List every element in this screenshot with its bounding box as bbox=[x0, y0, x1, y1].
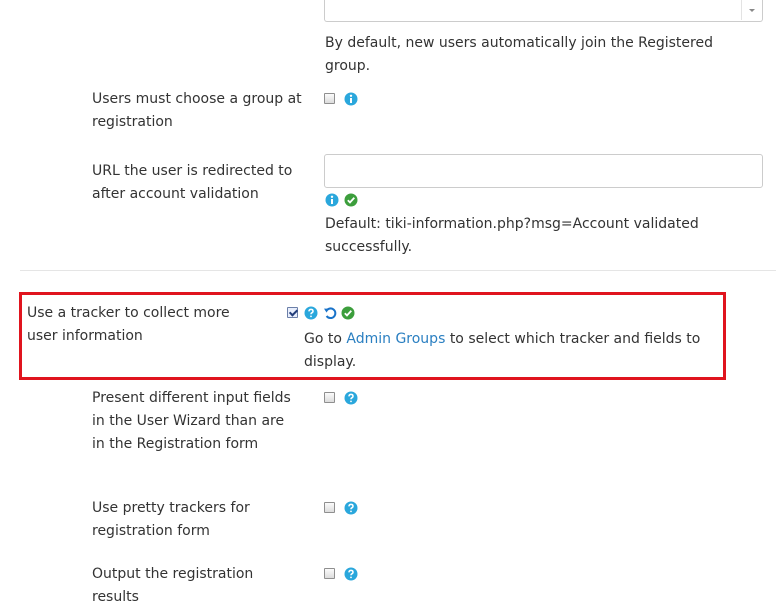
redirect-url-label: URL the user is redirected to after acco… bbox=[92, 163, 293, 202]
tracker-label: Use a tracker to collect more user infor… bbox=[27, 305, 230, 344]
redirect-url-default: Default: tiki-information.php?msg=Accoun… bbox=[325, 216, 699, 255]
info-icon[interactable] bbox=[325, 193, 339, 207]
pretty-trackers-label: Use pretty trackers for registration for… bbox=[92, 500, 250, 539]
section-divider bbox=[20, 270, 776, 271]
user-wizard-checkbox[interactable] bbox=[324, 392, 335, 403]
help-icon[interactable] bbox=[304, 306, 318, 320]
admin-groups-link[interactable]: Admin Groups bbox=[346, 331, 445, 347]
pretty-trackers-checkbox[interactable] bbox=[324, 502, 335, 513]
check-circle-icon bbox=[344, 193, 358, 207]
default-group-help: By default, new users automatically join… bbox=[325, 35, 713, 74]
tracker-note-prefix: Go to bbox=[304, 331, 342, 347]
output-results-label: Output the registration results bbox=[92, 566, 254, 605]
help-icon[interactable] bbox=[344, 501, 358, 515]
user-wizard-label: Present different input fields in the Us… bbox=[92, 390, 291, 452]
redirect-url-input[interactable] bbox=[324, 154, 763, 188]
tracker-checkbox[interactable] bbox=[287, 307, 298, 318]
output-results-checkbox[interactable] bbox=[324, 568, 335, 579]
help-icon[interactable] bbox=[344, 391, 358, 405]
reset-icon[interactable] bbox=[323, 306, 337, 320]
choose-group-label: Users must choose a group at registratio… bbox=[92, 91, 302, 130]
help-icon[interactable] bbox=[344, 567, 358, 581]
check-circle-icon bbox=[341, 306, 355, 320]
tracker-note: Go to Admin Groups to select which track… bbox=[304, 328, 719, 374]
select-arrow-box[interactable] bbox=[741, 0, 762, 20]
choose-group-checkbox[interactable] bbox=[324, 93, 335, 104]
chevron-down-icon bbox=[749, 9, 755, 12]
info-icon[interactable] bbox=[344, 92, 358, 106]
default-group-select[interactable] bbox=[324, 0, 763, 22]
